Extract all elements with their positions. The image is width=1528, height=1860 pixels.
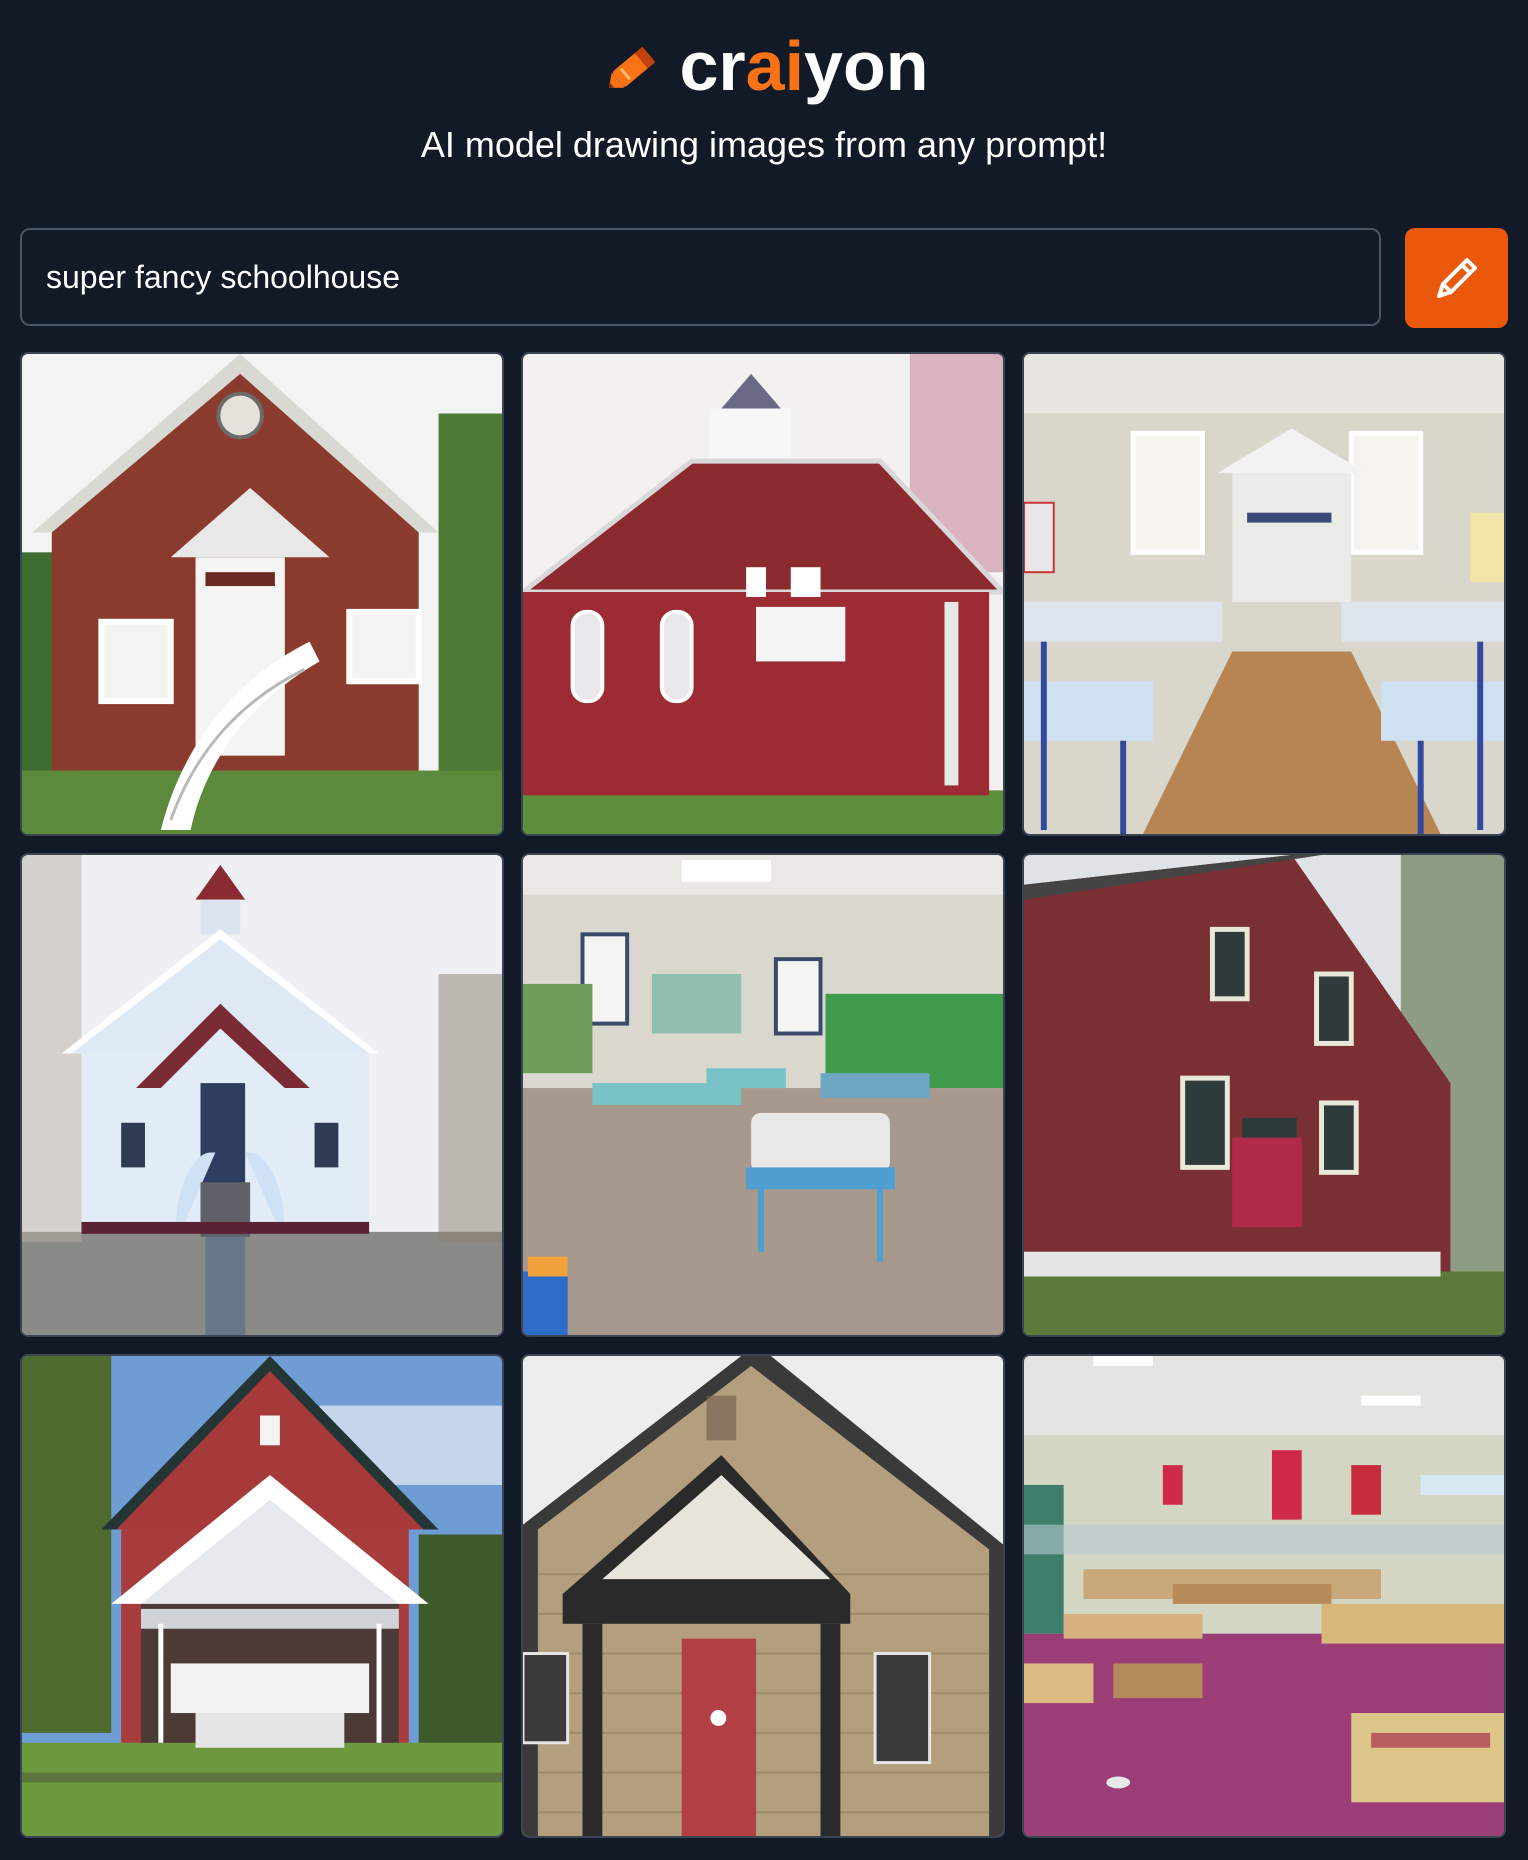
prompt-field[interactable] — [20, 228, 1381, 326]
result-image-5[interactable] — [521, 853, 1005, 1337]
draw-button[interactable] — [1405, 228, 1508, 328]
result-image-9[interactable] — [1022, 1354, 1506, 1838]
result-image-8[interactable] — [521, 1354, 1005, 1838]
results-grid — [20, 352, 1508, 1838]
brand-name-accent: ai — [745, 27, 805, 105]
generated-image-7 — [22, 1356, 502, 1836]
result-image-7[interactable] — [20, 1354, 504, 1838]
result-image-1[interactable] — [20, 352, 504, 836]
generated-image-9 — [1024, 1356, 1504, 1836]
result-image-3[interactable] — [1022, 352, 1506, 836]
generated-image-8 — [523, 1356, 1003, 1836]
brand-name: craiyon — [679, 31, 928, 101]
result-image-6[interactable] — [1022, 853, 1506, 1337]
generated-image-4 — [22, 855, 502, 1335]
pencil-icon — [1436, 258, 1477, 298]
generated-image-6 — [1024, 855, 1504, 1335]
generated-image-1 — [22, 354, 502, 834]
brand-header[interactable]: craiyon — [0, 26, 1528, 106]
generated-image-2 — [523, 354, 1003, 834]
prompt-input[interactable] — [22, 230, 1379, 324]
brand-name-suffix: yon — [804, 27, 929, 105]
generated-image-5 — [523, 855, 1003, 1335]
craiyon-page: craiyon AI model drawing images from any… — [0, 0, 1528, 1860]
brand-name-prefix: cr — [679, 27, 746, 105]
result-image-2[interactable] — [521, 352, 1005, 836]
result-image-4[interactable] — [20, 853, 504, 1337]
generated-image-3 — [1024, 354, 1504, 834]
crayon-icon — [609, 46, 656, 88]
tagline: AI model drawing images from any prompt! — [420, 124, 1108, 165]
